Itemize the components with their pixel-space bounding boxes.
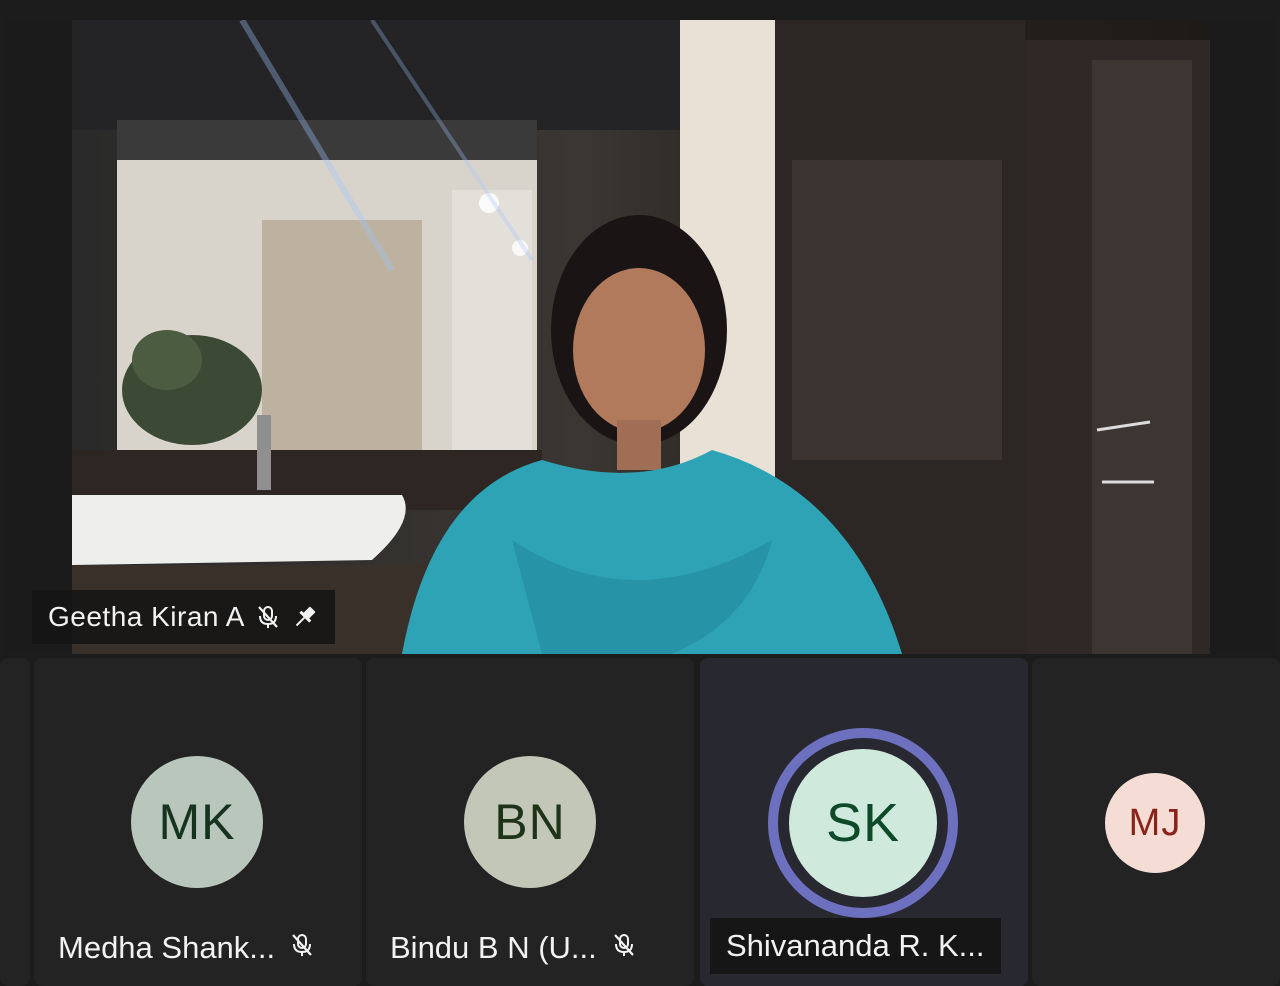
participant-name-bar: Medha Shank... (34, 910, 362, 986)
participant-tile-sk[interactable]: SK Shivananda R. K... (700, 658, 1028, 986)
gallery-strip: MK Medha Shank... BN Bindu B N (U... SK … (0, 658, 1280, 986)
participant-video (72, 20, 1210, 654)
participant-name: Medha Shank... (58, 930, 276, 965)
avatar: BN (464, 756, 596, 888)
partial-tile[interactable] (0, 658, 30, 986)
participant-name: Geetha Kiran A (48, 601, 245, 632)
mic-off-icon (289, 930, 315, 966)
mic-off-icon (255, 604, 281, 630)
pin-icon[interactable] (291, 603, 319, 631)
participant-tile-mk[interactable]: MK Medha Shank... (34, 658, 362, 986)
participant-name: Shivananda R. K... (726, 928, 985, 963)
participant-name-bar: Bindu B N (U... (366, 910, 694, 986)
main-video-tile[interactable]: Geetha Kiran A (2, 18, 1278, 654)
participant-name-bar: Shivananda R. K... (710, 918, 1001, 974)
participant-name: Bindu B N (U... (390, 930, 597, 965)
video-frame (72, 20, 1210, 654)
avatar: MJ (1105, 773, 1205, 873)
mic-off-icon (611, 930, 637, 966)
participant-tile-bn[interactable]: BN Bindu B N (U... (366, 658, 694, 986)
avatar: MK (131, 756, 263, 888)
avatar: SK (789, 749, 937, 897)
participant-name-label: Geetha Kiran A (32, 590, 335, 644)
participant-tile-mj[interactable]: MJ (1032, 658, 1280, 986)
